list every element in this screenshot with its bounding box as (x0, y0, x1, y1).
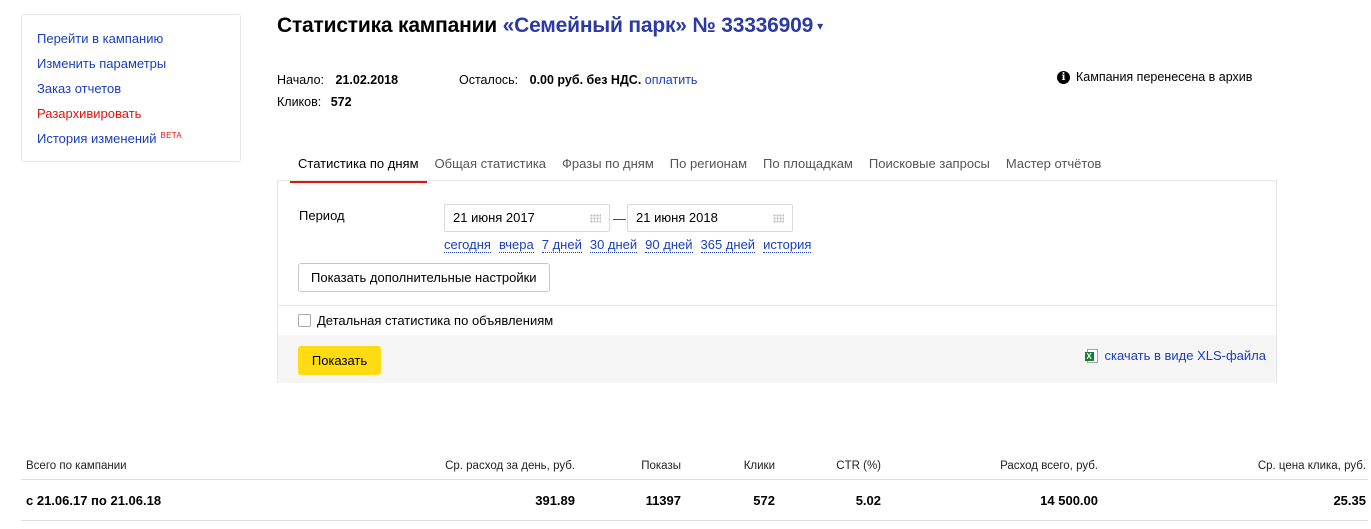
date-from-input[interactable]: 21 июня 2017 (444, 204, 610, 232)
tab-report-wizard[interactable]: Мастер отчётов (998, 154, 1109, 183)
beta-badge: BETA (160, 131, 183, 140)
tab-stats-by-day[interactable]: Статистика по дням (290, 154, 427, 183)
sidebar-item-order-reports[interactable]: Заказ отчетов (37, 81, 240, 106)
remaining-value: 0.00 руб. без НДС. (529, 73, 642, 87)
sidebar-item-change-history[interactable]: История изменений BETA (37, 131, 240, 156)
excel-file-icon: X (1084, 348, 1099, 363)
date-range-dash: — (613, 211, 626, 226)
cell-clicks: 572 (753, 493, 775, 508)
page-title: Статистика кампании «Семейный парк» № 33… (277, 14, 823, 38)
sidebar-item-go-to-campaign[interactable]: Перейти в кампанию (37, 31, 240, 56)
table-header-row: Всего по кампании Ср. расход за день, ру… (21, 452, 1368, 480)
quick-link-30-days[interactable]: 30 дней (589, 238, 638, 253)
tab-general-stats[interactable]: Общая статистика (427, 154, 555, 183)
download-xls-link[interactable]: X скачать в виде XLS-файла (1084, 348, 1267, 363)
date-from-value: 21 июня 2017 (453, 210, 535, 225)
quick-period-links: сегодня вчера 7 дней 30 дней 90 дней 365… (444, 238, 812, 253)
show-more-settings-button[interactable]: Показать дополнительные настройки (298, 263, 550, 292)
quick-link-365-days[interactable]: 365 дней (700, 238, 756, 253)
quick-link-90-days[interactable]: 90 дней (645, 238, 693, 253)
header-impressions: Показы (641, 460, 681, 472)
remaining-label: Осталось: (459, 73, 519, 87)
detailed-stats-label: Детальная статистика по объявлениям (317, 313, 554, 328)
clicks-info: Кликов: 572 (277, 95, 352, 109)
clicks-value: 572 (330, 95, 352, 109)
sidebar-item-unarchive[interactable]: Разархивировать (37, 106, 240, 131)
detailed-stats-checkbox[interactable] (298, 314, 311, 327)
archive-notice: i Кампания перенесена в архив (1057, 70, 1252, 84)
filter-panel: Период 21 июня 2017 — 21 июня 2018 сегод… (277, 180, 1277, 383)
header-ctr: CTR (%) (836, 460, 881, 472)
panel-footer: Показать X скачать в виде XLS-файла (278, 335, 1276, 383)
sidebar-item-label: История изменений (37, 131, 157, 146)
date-to-value: 21 июня 2018 (636, 210, 718, 225)
cell-ctr: 5.02 (855, 493, 881, 508)
remaining-info: Осталось: 0.00 руб. без НДС. оплатить (459, 73, 697, 87)
header-total: Всего по кампании (26, 460, 127, 472)
divider (278, 305, 1276, 306)
header-total-spend: Расход всего, руб. (1000, 460, 1098, 472)
title-prefix: Статистика кампании (277, 14, 498, 37)
archive-notice-text: Кампания перенесена в архив (1076, 70, 1253, 84)
tab-search-queries[interactable]: Поисковые запросы (861, 154, 998, 183)
summary-table: Всего по кампании Ср. расход за день, ру… (21, 452, 1368, 521)
header-clicks: Клики (743, 460, 775, 472)
pay-link[interactable]: оплатить (645, 73, 698, 87)
tab-phrases-by-day[interactable]: Фразы по дням (554, 154, 662, 183)
calendar-icon[interactable] (773, 214, 784, 223)
cell-avg-daily-spend: 391.89 (535, 493, 575, 508)
quick-link-yesterday[interactable]: вчера (498, 238, 534, 253)
cell-avg-cpc: 25.35 (1333, 493, 1366, 508)
info-icon: i (1057, 70, 1070, 84)
start-label: Начало: (277, 73, 325, 87)
download-xls-label: скачать в виде XLS-файла (1104, 348, 1267, 363)
tab-by-regions[interactable]: По регионам (662, 154, 755, 183)
detailed-stats-option[interactable]: Детальная статистика по объявлениям (298, 313, 553, 328)
clicks-label: Кликов: (277, 95, 322, 109)
sidebar-item-edit-params[interactable]: Изменить параметры (37, 56, 240, 81)
campaign-name[interactable]: «Семейный парк» № 33336909 (503, 14, 814, 37)
header-avg-daily-spend: Ср. расход за день, руб. (445, 460, 575, 472)
header-avg-cpc: Ср. цена клика, руб. (1257, 460, 1366, 472)
chevron-down-icon[interactable]: ▾ (817, 19, 823, 33)
calendar-icon[interactable] (590, 214, 601, 223)
cell-impressions: 11397 (645, 493, 681, 508)
date-to-input[interactable]: 21 июня 2018 (627, 204, 793, 232)
period-label: Период (299, 208, 345, 223)
cell-total-spend: 14 500.00 (1040, 493, 1098, 508)
start-info: Начало: 21.02.2018 (277, 73, 398, 87)
show-button[interactable]: Показать (298, 346, 381, 375)
sidebar-menu: Перейти в кампанию Изменить параметры За… (21, 14, 241, 162)
quick-link-history[interactable]: история (763, 238, 812, 253)
quick-link-7-days[interactable]: 7 дней (541, 238, 582, 253)
stats-tabs: Статистика по дням Общая статистика Фраз… (290, 154, 1109, 183)
cell-period: с 21.06.17 по 21.06.18 (26, 493, 162, 508)
quick-link-today[interactable]: сегодня (444, 238, 491, 253)
table-row: с 21.06.17 по 21.06.18 391.89 11397 572 … (21, 480, 1368, 521)
start-value: 21.02.2018 (335, 73, 399, 87)
tab-by-platforms[interactable]: По площадкам (755, 154, 861, 183)
